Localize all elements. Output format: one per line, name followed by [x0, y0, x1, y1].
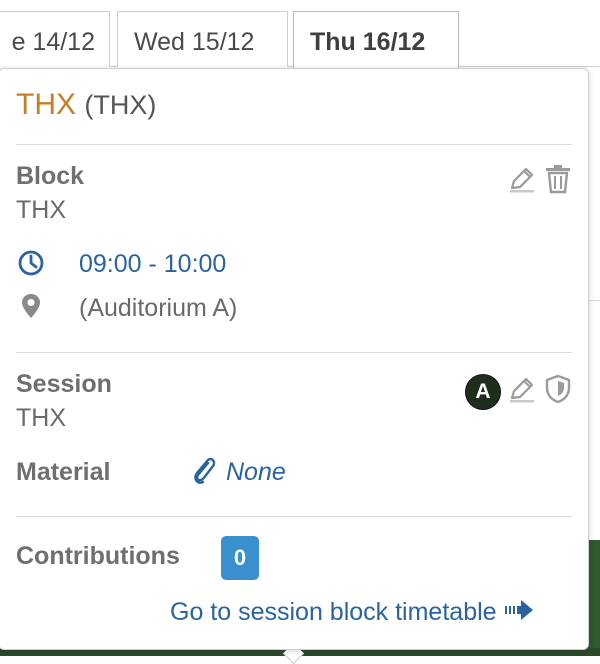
popup-title-text: THX — [16, 88, 76, 121]
material-label: Material — [16, 458, 111, 486]
tab-thu-active[interactable]: Thu 16/12 — [293, 11, 459, 69]
contributions-label: Contributions — [16, 542, 180, 570]
tab-wed[interactable]: Wed 15/12 — [117, 11, 288, 67]
session-label: Session — [16, 370, 112, 398]
session-value: THX — [16, 404, 66, 432]
clock-icon — [17, 249, 45, 282]
shield-icon — [545, 374, 571, 404]
popup-title-code: (THX) — [84, 90, 157, 120]
popup-title: THX (THX) — [16, 88, 156, 122]
trash-icon — [546, 165, 570, 194]
block-label: Block — [16, 162, 85, 190]
session-protection-button[interactable] — [545, 374, 571, 409]
go-to-timetable-text: Go to session block timetable — [170, 598, 497, 626]
block-location: (Auditorium A) — [79, 294, 238, 322]
divider — [16, 352, 572, 353]
pencil-icon — [510, 167, 534, 193]
arrow-right-icon — [504, 598, 535, 627]
material-none-link[interactable]: None — [226, 458, 286, 487]
paperclip-icon — [190, 455, 218, 492]
map-pin-icon — [20, 292, 42, 325]
delete-block-button[interactable] — [544, 164, 572, 199]
block-time: 09:00 - 10:00 — [79, 250, 227, 278]
divider — [16, 144, 572, 145]
go-to-timetable-link[interactable]: Go to session block timetable — [170, 598, 535, 627]
tab-tue[interactable]: e 14/12 — [0, 11, 110, 67]
divider — [16, 516, 572, 517]
contributions-count-badge: 0 — [221, 536, 259, 580]
block-value: THX — [16, 196, 66, 224]
pencil-icon — [510, 377, 534, 403]
edit-session-button[interactable] — [507, 374, 537, 409]
edit-block-button[interactable] — [507, 164, 537, 199]
session-code-badge: A — [465, 374, 501, 410]
